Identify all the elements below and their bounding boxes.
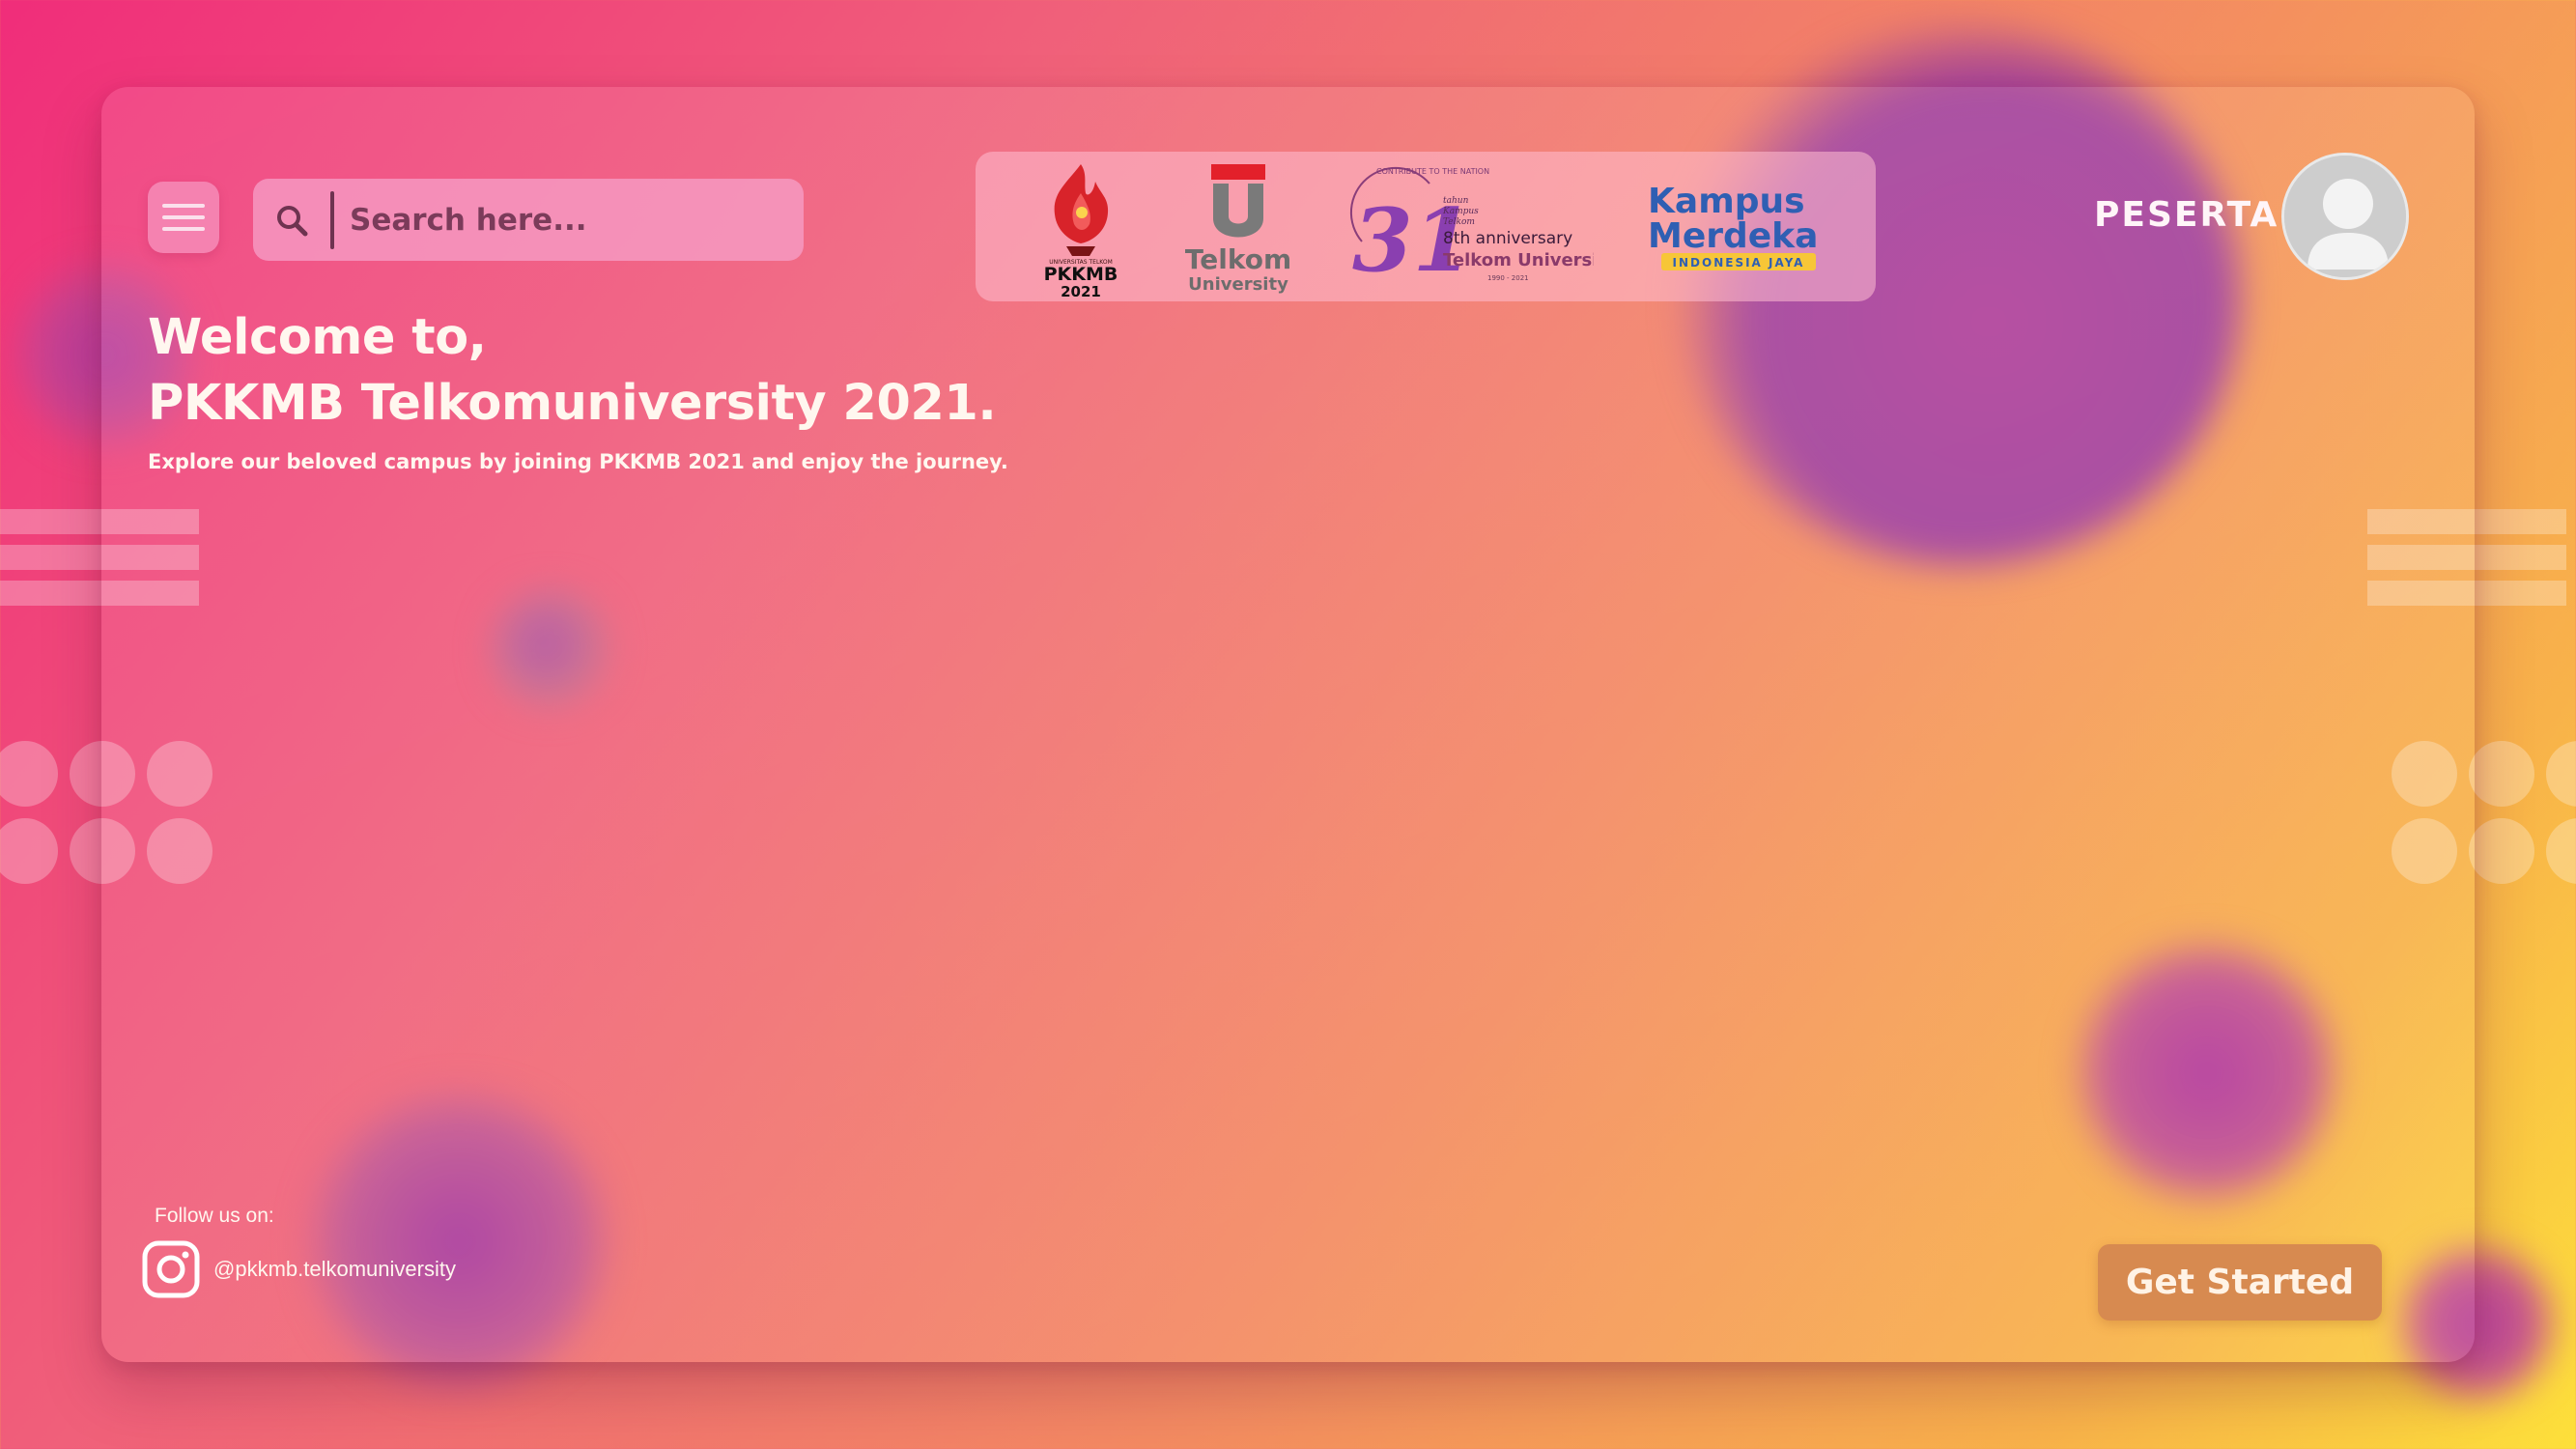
merdeka-ribbon: INDONESIA JAYA — [1673, 256, 1805, 270]
hero-title-line2: PKKMB Telkomuniversity 2021. — [148, 375, 997, 432]
search-input[interactable] — [350, 202, 804, 238]
user-avatar-icon[interactable] — [2281, 153, 2409, 280]
anniversary-31-logo: CONTRIBUTE TO THE NATION 31 tahun Kampus… — [1343, 155, 1594, 299]
menu-button[interactable] — [148, 182, 219, 253]
pkkmb-logo-name: PKKMB — [1044, 264, 1118, 285]
telkom-logo-name: Telkom — [1185, 243, 1291, 275]
hamburger-menu-icon — [162, 200, 205, 235]
instagram-icon[interactable] — [142, 1240, 200, 1298]
pkkmb-logo-year: 2021 — [1061, 283, 1101, 299]
anniv-eighth: 8th anniversary — [1443, 229, 1572, 248]
partner-logos-strip: UNIVERSITAS TELKOM PKKMB 2021 Telkom Uni… — [976, 152, 1876, 301]
instagram-link[interactable]: @pkkmb.telkomuniversity — [142, 1240, 456, 1298]
merdeka-line1: Kampus — [1648, 182, 1805, 221]
merdeka-line2: Merdeka — [1648, 216, 1818, 256]
telkom-logo-sub: University — [1188, 274, 1288, 295]
hero-section: Welcome to, PKKMB Telkomuniversity 2021.… — [148, 305, 1008, 473]
anniv-years: 1990 - 2021 — [1487, 274, 1529, 282]
telkom-university-logo: Telkom University — [1180, 155, 1296, 299]
anniv-ring-text: CONTRIBUTE TO THE NATION — [1376, 167, 1489, 176]
user-role-label: PESERTA — [2094, 195, 2279, 235]
anniv-telkom: Telkom — [1443, 217, 1475, 227]
follow-us-label: Follow us on: — [155, 1205, 274, 1227]
get-started-button[interactable]: Get Started — [2098, 1244, 2382, 1321]
pkkmb-2021-logo: UNIVERSITAS TELKOM PKKMB 2021 — [1028, 155, 1134, 299]
search-bar[interactable] — [253, 179, 804, 261]
anniv-telkom-university: Telkom University — [1443, 250, 1594, 270]
anniv-tahun: tahun — [1443, 196, 1469, 206]
search-divider — [330, 190, 334, 249]
anniv-kampus: Kampus — [1442, 207, 1479, 216]
hero-subtitle: Explore our beloved campus by joining PK… — [148, 450, 1008, 473]
kampus-merdeka-logo: Kampus Merdeka INDONESIA JAYA — [1640, 155, 1824, 299]
hero-title-line1: Welcome to, — [148, 309, 487, 366]
search-icon[interactable] — [253, 179, 330, 261]
instagram-handle[interactable]: @pkkmb.telkomuniversity — [213, 1257, 456, 1282]
